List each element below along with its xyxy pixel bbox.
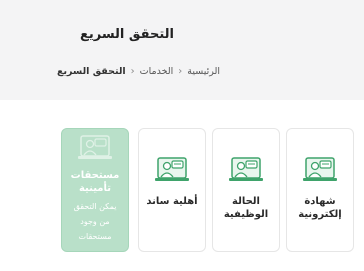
verification-agent-icon (78, 135, 112, 159)
chevron-left-icon: ‹ (178, 66, 183, 77)
page-title: التحقق السريع (79, 27, 174, 42)
breadcrumb-services-link[interactable]: الخدمات (140, 66, 174, 77)
card-label: الحالة الوظيفية (223, 196, 269, 220)
verification-agent-icon (229, 157, 263, 181)
card-description: يمكن التحقق من وجود مستحقات (73, 202, 117, 242)
card-label: شهادة إلكترونية (298, 196, 342, 220)
chevron-left-icon: ‹ (130, 66, 135, 77)
verification-agent-icon (303, 157, 337, 181)
breadcrumb: الرئيسية ‹ الخدمات ‹ التحقق السريع (57, 66, 220, 77)
verification-agent-icon (155, 157, 189, 181)
card-insurance-dues[interactable]: مستحقات تأمينية يمكن التحقق من وجود مستح… (61, 128, 129, 252)
card-electronic-certificate[interactable]: شهادة إلكترونية (286, 128, 354, 252)
card-label: أهلية ساند (146, 196, 198, 207)
card-label: مستحقات تأمينية (70, 170, 120, 194)
page-header: التحقق السريع الرئيسية ‹ الخدمات ‹ التحق… (0, 0, 364, 100)
breadcrumb-home-link[interactable]: الرئيسية (187, 66, 220, 77)
card-employment-status[interactable]: الحالة الوظيفية (212, 128, 280, 252)
breadcrumb-current: التحقق السريع (56, 66, 126, 77)
card-sand-eligibility[interactable]: أهلية ساند (138, 128, 206, 252)
